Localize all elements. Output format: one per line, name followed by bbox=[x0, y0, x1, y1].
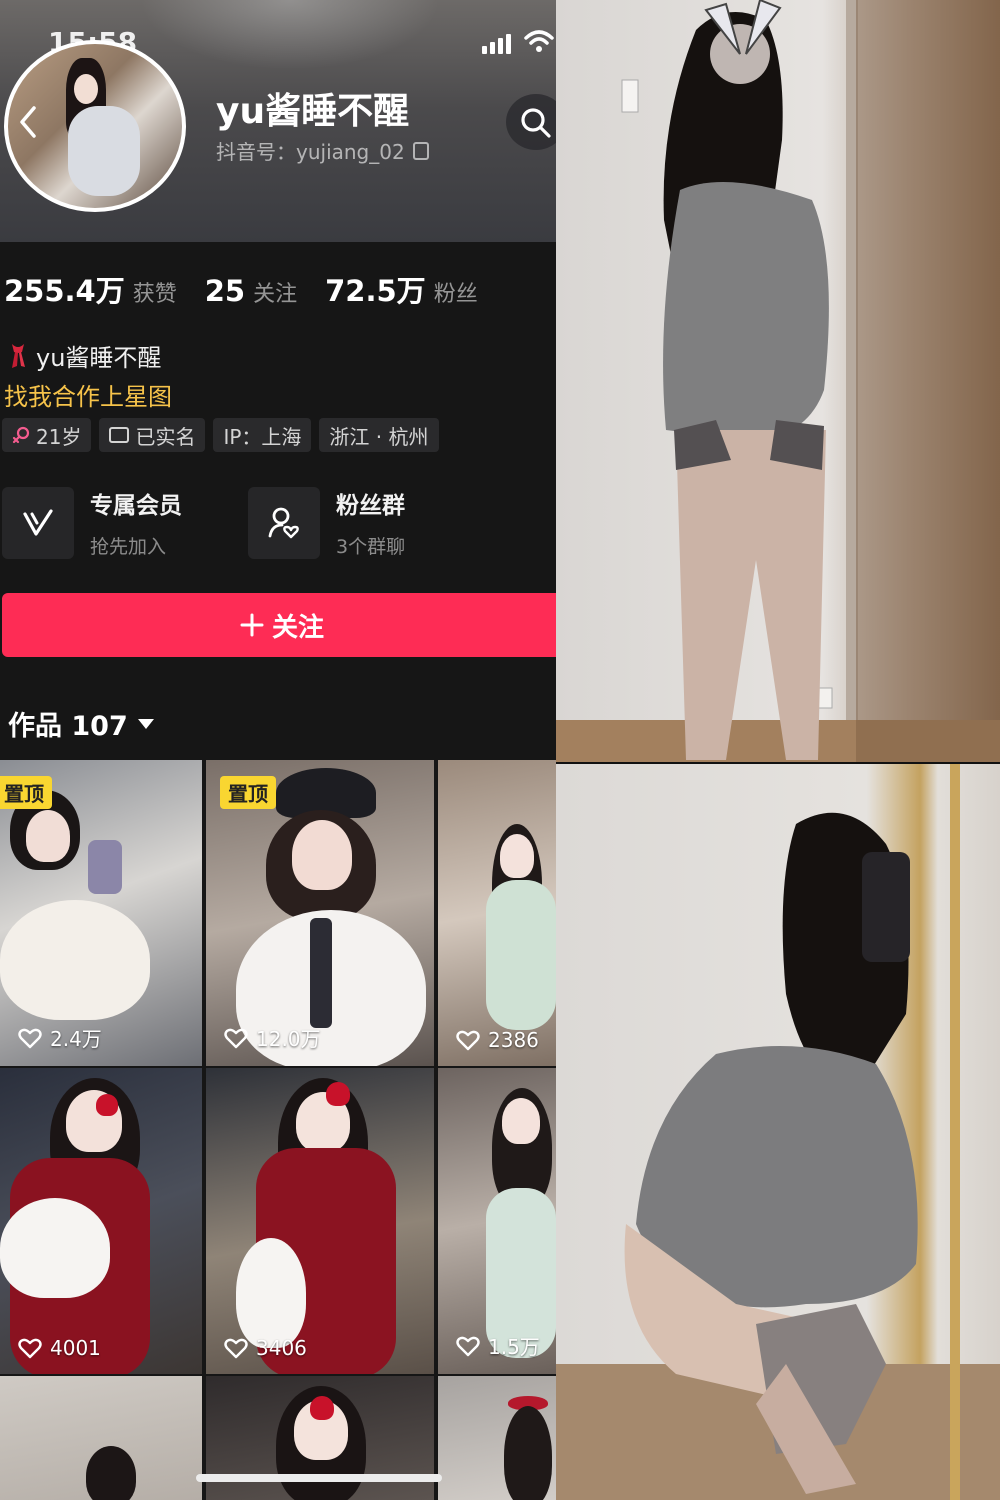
profile-screen: 15:58 yu酱睡不醒 抖音号：yujiang_02 255.4万 bbox=[0, 0, 556, 1500]
photo-standing bbox=[556, 0, 1000, 762]
works-tab-label: 作品 107 bbox=[8, 711, 128, 742]
heart-icon bbox=[18, 1338, 42, 1359]
copy-icon[interactable] bbox=[412, 141, 429, 160]
video-likes: 2386 bbox=[456, 1028, 539, 1052]
video-likes: 12.0万 bbox=[224, 1023, 321, 1052]
follow-button-label: 关注 bbox=[271, 611, 324, 642]
home-indicator[interactable] bbox=[196, 1474, 442, 1482]
video-thumbnail[interactable]: 4001 bbox=[0, 1068, 202, 1374]
tag-location-text: 浙江 · 杭州 bbox=[329, 424, 429, 449]
video-likes-count: 3406 bbox=[256, 1336, 307, 1360]
profile-tags: 21岁 已实名 IP：上海 浙江 · 杭州 bbox=[2, 418, 439, 452]
likes-count: 255.4万 bbox=[4, 274, 125, 308]
video-thumbnail[interactable] bbox=[438, 1376, 556, 1500]
heart-icon bbox=[224, 1338, 248, 1359]
video-thumbnail[interactable]: 1.5万 bbox=[438, 1068, 556, 1374]
video-thumbnail[interactable] bbox=[0, 1376, 202, 1500]
followers-count[interactable]: 72.5万 bbox=[325, 268, 426, 310]
pinned-badge: 置顶 bbox=[0, 776, 52, 809]
wifi-icon bbox=[524, 30, 554, 52]
video-likes-count: 4001 bbox=[50, 1336, 101, 1360]
tag-ip-text: IP：上海 bbox=[223, 424, 302, 449]
video-thumbnail[interactable]: 置顶 12.0万 bbox=[206, 760, 434, 1066]
member-entry[interactable]: 专属会员 抢先加入 bbox=[2, 486, 182, 559]
video-likes-count: 12.0万 bbox=[256, 1027, 321, 1051]
heart-icon bbox=[18, 1028, 42, 1048]
bio-line: yu酱睡不醒 bbox=[6, 338, 161, 373]
bio-name-text: yu酱睡不醒 bbox=[36, 344, 162, 372]
douyin-id: 抖音号：yujiang_02 bbox=[216, 136, 429, 165]
fan-group-title: 粉丝群 bbox=[336, 493, 405, 519]
profile-stats: 255.4万 获赞 25 关注 72.5万 粉丝 bbox=[4, 268, 506, 310]
tag-ip: IP：上海 bbox=[213, 418, 312, 452]
video-likes-count: 1.5万 bbox=[488, 1335, 540, 1359]
fan-group-subtitle: 3个群聊 bbox=[336, 536, 406, 558]
douyin-id-text: 抖音号：yujiang_02 bbox=[216, 140, 405, 164]
profile-header: 15:58 yu酱睡不醒 抖音号：yujiang_02 bbox=[0, 0, 556, 242]
id-card-icon bbox=[109, 427, 130, 443]
video-grid: 置顶 2.4万 置顶 12.0万 2386 4001 3406 1.5万 bbox=[0, 760, 556, 1500]
search-icon bbox=[521, 108, 551, 138]
tag-age-text: 21岁 bbox=[36, 424, 82, 449]
following-count[interactable]: 25 bbox=[205, 274, 245, 308]
member-subtitle: 抢先加入 bbox=[90, 536, 167, 558]
profile-nickname: yu酱睡不醒 bbox=[216, 91, 410, 132]
tab-works[interactable]: 作品 107 bbox=[8, 704, 154, 743]
heart-icon bbox=[456, 1336, 480, 1356]
pinned-badge: 置顶 bbox=[220, 776, 276, 809]
video-likes: 3406 bbox=[224, 1336, 307, 1360]
fan-group-icon bbox=[248, 486, 320, 559]
female-icon bbox=[12, 426, 30, 444]
photo-kneeling bbox=[556, 764, 1000, 1500]
video-thumbnail[interactable]: 置顶 2.4万 bbox=[0, 760, 202, 1066]
tag-location: 浙江 · 杭州 bbox=[319, 418, 439, 452]
follow-button[interactable]: 关注 bbox=[2, 593, 556, 657]
following-label[interactable]: 关注 bbox=[253, 276, 297, 308]
video-likes: 1.5万 bbox=[456, 1331, 540, 1360]
video-likes: 4001 bbox=[18, 1336, 101, 1360]
back-icon[interactable] bbox=[14, 104, 44, 140]
search-button[interactable] bbox=[506, 94, 556, 150]
video-likes: 2.4万 bbox=[18, 1023, 102, 1052]
heart-icon bbox=[456, 1030, 480, 1051]
video-likes-count: 2.4万 bbox=[50, 1027, 102, 1051]
heart-icon bbox=[224, 1028, 248, 1048]
video-likes-count: 2386 bbox=[488, 1028, 539, 1052]
plus-icon bbox=[240, 613, 264, 637]
caret-down-icon[interactable] bbox=[137, 718, 154, 729]
vip-icon bbox=[2, 486, 74, 559]
video-thumbnail[interactable]: 3406 bbox=[206, 1068, 434, 1374]
tag-age: 21岁 bbox=[2, 418, 92, 452]
tag-verified: 已实名 bbox=[99, 418, 206, 452]
tag-verified-text: 已实名 bbox=[135, 424, 196, 449]
fan-group-entry[interactable]: 粉丝群 3个群聊 bbox=[248, 486, 405, 559]
member-title: 专属会员 bbox=[90, 493, 182, 519]
followers-label[interactable]: 粉丝 bbox=[434, 276, 478, 308]
scarf-icon bbox=[12, 343, 25, 368]
video-thumbnail[interactable]: 2386 bbox=[438, 760, 556, 1066]
bio-link[interactable]: 找我合作上星图 bbox=[4, 377, 172, 412]
signal-icon bbox=[482, 34, 511, 54]
likes-label: 获赞 bbox=[132, 282, 177, 307]
